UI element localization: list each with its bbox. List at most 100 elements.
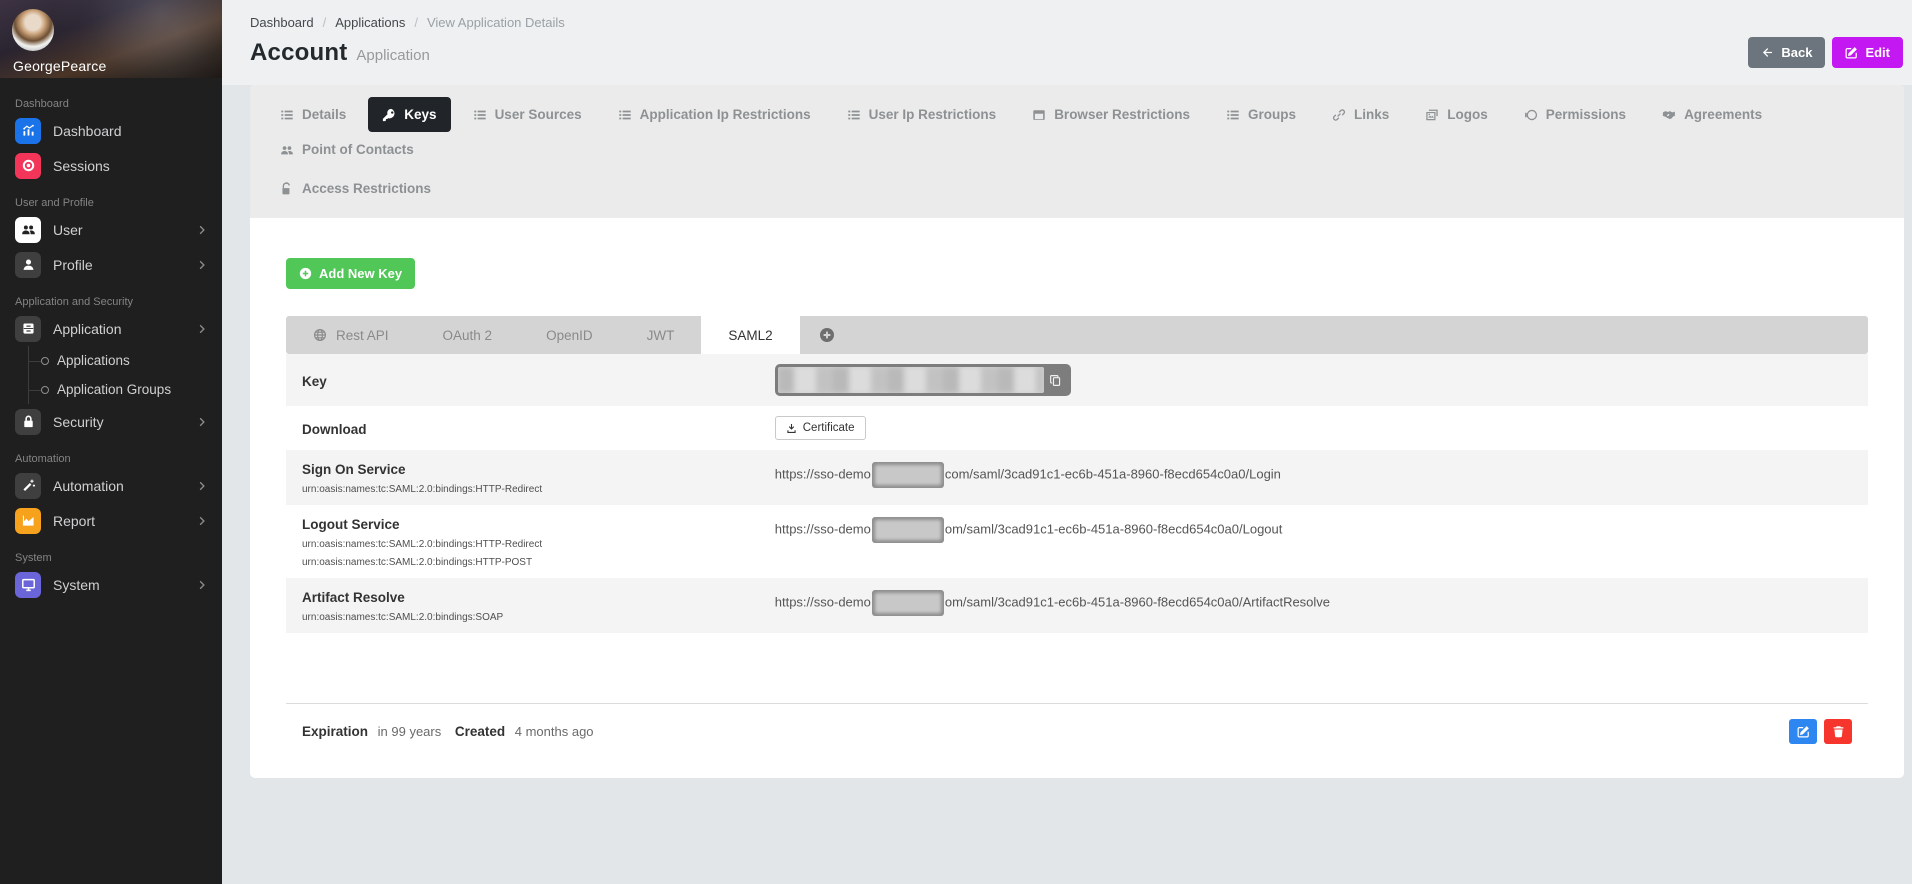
row-binding-urn: urn:oasis:names:tc:SAML:2.0:bindings:HTT… (302, 557, 775, 568)
tab-point-of-contacts[interactable]: Point of Contacts (266, 132, 428, 167)
created-label: Created (455, 724, 505, 739)
row-label: Artifact Resolve (302, 590, 775, 605)
expiration-value: in 99 years (378, 724, 442, 739)
tab-access-restrictions[interactable]: Access Restrictions (266, 171, 445, 206)
sidebar-item-label: Automation (53, 478, 196, 494)
tab-label: Browser Restrictions (1054, 107, 1190, 122)
chevron-right-icon (196, 515, 208, 527)
copy-key-button[interactable] (1044, 367, 1068, 393)
chevron-right-icon (196, 259, 208, 271)
list-icon (847, 108, 861, 122)
sidebar-item-label: Application (53, 321, 196, 337)
redaction-blur (778, 367, 1044, 393)
row-label: Logout Service (302, 517, 775, 532)
lock-icon (15, 409, 41, 435)
keys-panel: Add New Key Rest API OAuth 2 OpenID JWT SAML… (250, 218, 1904, 778)
sidebar-subitem-applications[interactable]: Applications (29, 346, 222, 375)
sidebar-item-application[interactable]: Application (0, 311, 222, 346)
delete-key-button[interactable] (1824, 719, 1852, 744)
key-row-artifact-resolve: Artifact Resolveurn:oasis:names:tc:SAML:… (286, 578, 1868, 633)
edit-key-button[interactable] (1789, 719, 1817, 744)
key-tab-label: JWT (647, 328, 675, 343)
tab-links[interactable]: Links (1318, 97, 1403, 132)
tab-user-sources[interactable]: User Sources (459, 97, 596, 132)
handshake-icon (1662, 108, 1676, 122)
avatar[interactable] (12, 9, 54, 51)
wand-icon (15, 473, 41, 499)
page-header: Dashboard/Applications/View Application … (222, 0, 1912, 85)
dashboard-chart-icon (15, 118, 41, 144)
chevron-right-icon (196, 323, 208, 335)
link-icon (1332, 108, 1346, 122)
sidebar-subitem-application-groups[interactable]: Application Groups (29, 375, 222, 404)
trash-icon (1832, 725, 1845, 738)
url-suffix: om/saml/3cad91c1-ec6b-451a-8960-f8ecd654… (945, 521, 1283, 536)
key-tab-rest-api[interactable]: Rest API (286, 316, 416, 354)
list-icon (1226, 108, 1240, 122)
add-new-key-button[interactable]: Add New Key (286, 258, 415, 289)
key-tab-openid[interactable]: OpenID (519, 316, 620, 354)
edit-button[interactable]: Edit (1832, 37, 1903, 68)
chevron-right-icon (196, 224, 208, 236)
sidebar-item-user[interactable]: User (0, 212, 222, 247)
row-label-col: Logout Service urn:oasis:names:tc:SAML:2.… (302, 515, 775, 568)
redaction-blur (875, 593, 941, 613)
tab-keys[interactable]: Keys (368, 97, 450, 132)
row-label-col: Artifact Resolveurn:oasis:names:tc:SAML:… (302, 588, 775, 623)
sidebar-item-automation[interactable]: Automation (0, 468, 222, 503)
key-tab-oauth-2[interactable]: OAuth 2 (416, 316, 520, 354)
redaction-blur (875, 465, 941, 485)
sidebar-item-report[interactable]: Report (0, 503, 222, 538)
sidebar-nav: DashboardDashboardSessionsUser and Profi… (0, 78, 222, 602)
tab-agreements[interactable]: Agreements (1648, 97, 1776, 132)
sidebar-item-label: Sessions (53, 158, 208, 174)
row-binding-urn: urn:oasis:names:tc:SAML:2.0:bindings:HTT… (302, 484, 775, 495)
back-button[interactable]: Back (1748, 37, 1825, 68)
redaction-blur (875, 520, 941, 540)
tab-details[interactable]: Details (266, 97, 360, 132)
url-prefix: https://sso-demo (775, 466, 871, 481)
tab-logos[interactable]: Logos (1411, 97, 1502, 132)
sidebar-submenu-application: ApplicationsApplication Groups (28, 346, 222, 404)
users-icon (15, 217, 41, 243)
breadcrumb: Dashboard/Applications/View Application … (250, 15, 1904, 30)
key-icon (382, 108, 396, 122)
breadcrumb-dashboard[interactable]: Dashboard (250, 15, 314, 30)
sidebar-item-profile[interactable]: Profile (0, 247, 222, 282)
application-details-card: DetailsKeys User SourcesApplication Ip Re… (250, 85, 1904, 778)
created-value: 4 months ago (515, 724, 594, 739)
tab-browser-restrictions[interactable]: Browser Restrictions (1018, 97, 1204, 132)
monitor-icon (15, 572, 41, 598)
person-icon (15, 252, 41, 278)
sidebar-item-label: Report (53, 513, 196, 529)
key-value-field[interactable] (775, 364, 1071, 396)
tab-groups[interactable]: Groups (1212, 97, 1310, 132)
add-key-tab-button[interactable] (800, 316, 854, 354)
key-tab-saml2[interactable]: SAML2 (701, 316, 799, 354)
breadcrumb-applications[interactable]: Applications (335, 15, 405, 30)
download-icon (786, 423, 797, 434)
page-title: Account (250, 39, 347, 67)
sidebar-item-security[interactable]: Security (0, 404, 222, 439)
key-row-key: Key (286, 354, 1868, 406)
download-certificate-button[interactable]: Certificate (775, 416, 866, 440)
row-label-col: Key (302, 372, 775, 389)
sidebar-item-sessions[interactable]: Sessions (0, 148, 222, 183)
chevron-right-icon (196, 579, 208, 591)
tab-application-ip-restrictions[interactable]: Application Ip Restrictions (604, 97, 825, 132)
copy-icon (1049, 374, 1062, 387)
tab-label: Groups (1248, 107, 1296, 122)
unlock-icon (280, 182, 294, 196)
tab-user-ip-restrictions[interactable]: User Ip Restrictions (833, 97, 1011, 132)
sidebar-item-system[interactable]: System (0, 567, 222, 602)
sidebar-item-dashboard[interactable]: Dashboard (0, 113, 222, 148)
url-redaction-box (872, 590, 944, 616)
browser-icon (1032, 108, 1046, 122)
tab-label: Access Restrictions (302, 181, 431, 196)
plus-circle-dark-icon (819, 327, 835, 343)
key-tab-jwt[interactable]: JWT (620, 316, 702, 354)
application-tab-bar: DetailsKeys User SourcesApplication Ip Re… (250, 85, 1904, 218)
tab-permissions[interactable]: Permissions (1510, 97, 1640, 132)
key-tab-label: OAuth 2 (443, 328, 493, 343)
certificate-button-label: Certificate (803, 422, 855, 434)
